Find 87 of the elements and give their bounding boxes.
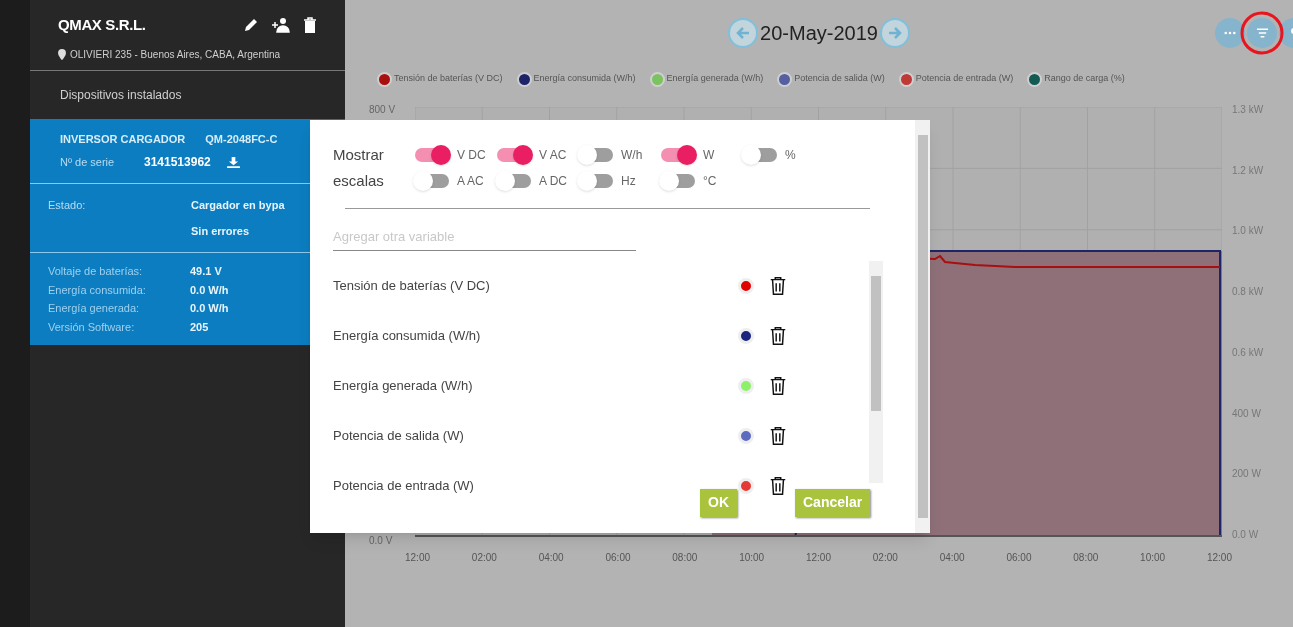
highlight-circle bbox=[1240, 11, 1284, 55]
trash-icon[interactable] bbox=[768, 425, 788, 446]
reading-label: Energía generada: bbox=[48, 301, 141, 316]
status-label: Estado: bbox=[48, 198, 87, 213]
toggle-switch[interactable] bbox=[497, 174, 531, 188]
toggle-label: A AC bbox=[457, 173, 484, 190]
toggle-label: Hz bbox=[621, 173, 636, 190]
section-title: Dispositivos instalados bbox=[60, 86, 182, 104]
reading-value: 0.0 W/h bbox=[190, 282, 229, 298]
toggle-label: V DC bbox=[457, 147, 486, 164]
axis-label: 400 W bbox=[1232, 406, 1261, 421]
axis-label: 10:00 bbox=[739, 551, 765, 565]
axis-label: 0.6 kW bbox=[1232, 345, 1264, 360]
status-value: Sin errores bbox=[191, 224, 251, 239]
add-person-icon[interactable] bbox=[271, 17, 291, 34]
toggle-label: V AC bbox=[539, 147, 567, 164]
variable-name: Energía generada (W/h) bbox=[333, 376, 474, 395]
axis-label: 02:00 bbox=[872, 551, 898, 565]
axis-label: 800 V bbox=[369, 103, 397, 117]
toggle-switch[interactable] bbox=[661, 148, 695, 162]
trash-icon[interactable] bbox=[768, 375, 788, 396]
arrow-left-icon bbox=[736, 26, 751, 40]
toggle-switch[interactable] bbox=[579, 148, 613, 162]
trash-icon[interactable] bbox=[768, 475, 788, 495]
axis-label: 04:00 bbox=[538, 551, 564, 565]
legend-label: Tensión de baterías (V DC) bbox=[394, 72, 503, 86]
date-label: 20-May-2019 bbox=[760, 21, 878, 46]
reading-label: Energía consumida: bbox=[48, 282, 147, 298]
pencil-icon[interactable] bbox=[243, 17, 259, 34]
toggle-label: W/h bbox=[621, 147, 643, 164]
toggle-label: % bbox=[785, 147, 796, 164]
axis-label: 10:00 bbox=[1140, 551, 1166, 565]
axis-label: 1.3 kW bbox=[1232, 103, 1264, 117]
axis-label: 1.2 kW bbox=[1232, 163, 1264, 178]
reading-label: Versión Software: bbox=[48, 319, 136, 335]
axis-label: 0.8 kW bbox=[1232, 285, 1264, 300]
axis-label: 12:00 bbox=[1206, 551, 1232, 565]
serial-number: 3141513962 bbox=[144, 154, 211, 171]
device-type: INVERSOR CARGADOR bbox=[60, 131, 186, 147]
legend-label: Energía consumida (W/h) bbox=[533, 72, 636, 86]
toggle-label: °C bbox=[703, 173, 717, 190]
toggle-switch[interactable] bbox=[743, 148, 777, 162]
trash-icon[interactable] bbox=[768, 275, 788, 296]
axis-label: 08:00 bbox=[1073, 551, 1099, 565]
filter-icon bbox=[1255, 27, 1269, 39]
download-icon[interactable] bbox=[226, 156, 240, 168]
legend-label: Energía generada (W/h) bbox=[666, 72, 764, 86]
toggle-label: A DC bbox=[539, 173, 567, 190]
company-name: QMAX S.R.L. bbox=[58, 15, 146, 35]
reading-value: 0.0 W/h bbox=[190, 301, 229, 316]
toggle-label: W bbox=[703, 147, 715, 164]
reading-value: 49.1 V bbox=[190, 264, 222, 279]
device-model: QM-2048FC-C bbox=[205, 131, 278, 147]
axis-label: 12:00 bbox=[405, 551, 431, 565]
axis-label: 0.0 V bbox=[369, 534, 394, 548]
dialog-button[interactable]: OK bbox=[700, 488, 737, 517]
axis-label: 06:00 bbox=[605, 551, 631, 565]
more-button[interactable] bbox=[1215, 18, 1245, 48]
axis-label: 02:00 bbox=[471, 551, 497, 565]
variable-name: Potencia de entrada (W) bbox=[333, 476, 475, 495]
location-pin-icon bbox=[58, 48, 66, 60]
axis-label: 06:00 bbox=[1006, 551, 1032, 565]
toggle-switch[interactable] bbox=[497, 148, 531, 162]
toggle-switch[interactable] bbox=[415, 148, 449, 162]
arrow-right-icon bbox=[887, 26, 902, 40]
axis-label: 08:00 bbox=[672, 551, 698, 565]
company-address: OLIVIERI 235 - Buenos Aires, CABA, Argentina bbox=[70, 47, 281, 62]
dialog-button[interactable]: Cancelar bbox=[795, 488, 871, 517]
axis-label: 12:00 bbox=[805, 551, 831, 565]
status-value: Cargador en bypa bbox=[191, 198, 285, 213]
toggle-switch[interactable] bbox=[661, 174, 695, 188]
filter-button[interactable] bbox=[1247, 18, 1277, 48]
trash-icon[interactable] bbox=[768, 325, 788, 346]
scrollbar[interactable] bbox=[915, 120, 930, 533]
variable-name: Potencia de salida (W) bbox=[333, 426, 465, 445]
legend-label: Potencia de entrada (W) bbox=[915, 72, 1014, 86]
toggle-switch[interactable] bbox=[579, 174, 613, 188]
legend-label: Potencia de salida (W) bbox=[794, 72, 885, 86]
ellipsis-icon bbox=[1224, 31, 1236, 35]
legend-label: Rango de carga (%) bbox=[1044, 72, 1125, 86]
scrollbar[interactable] bbox=[869, 260, 883, 483]
trash-icon[interactable] bbox=[303, 17, 317, 34]
serial-label: Nº de serie bbox=[60, 154, 116, 170]
toggle-switch[interactable] bbox=[415, 174, 449, 188]
reading-value: 205 bbox=[190, 319, 209, 335]
axis-label: 04:00 bbox=[939, 551, 965, 565]
reading-label: Voltaje de baterías: bbox=[48, 264, 144, 279]
